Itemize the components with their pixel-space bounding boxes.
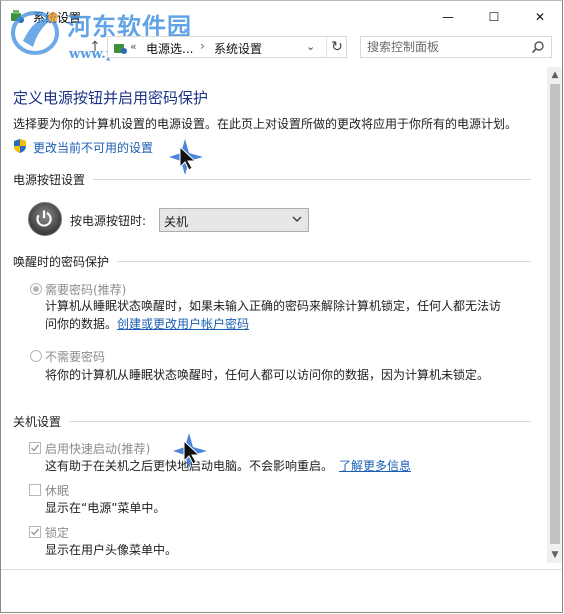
require-password-label: 需要密码(推荐) xyxy=(45,283,127,297)
require-password-radio[interactable] xyxy=(30,283,42,295)
control-panel-icon xyxy=(114,44,127,54)
lock-checkbox[interactable] xyxy=(29,526,41,538)
require-password-desc-line1: 计算机从睡眠状态唤醒时，如果未输入正确的密码来解除计算机锁定，任何人都无法访 xyxy=(45,299,502,313)
breadcrumb-power-options[interactable]: 电源选... xyxy=(146,40,193,57)
section-divider xyxy=(117,261,531,262)
power-button-section-title: 电源按钮设置 xyxy=(13,173,86,187)
fast-startup-description: 这有助于在关机之后更快地启动电脑。不会影响重启。了解更多信息 xyxy=(45,457,411,475)
refresh-button[interactable]: ↻ xyxy=(326,37,347,57)
section-divider xyxy=(93,179,531,180)
checkmark-icon xyxy=(31,528,40,536)
search-box[interactable] xyxy=(360,36,552,58)
require-password-description: 计算机从睡眠状态唤醒时，如果未输入正确的密码来解除计算机锁定，任何人都无法访 问… xyxy=(45,297,501,333)
require-password-desc-prefix: 问你的数据。 xyxy=(45,317,118,331)
search-input[interactable] xyxy=(367,39,527,55)
password-section-heading: 唤醒时的密码保护 xyxy=(13,253,531,270)
shutdown-section-heading: 关机设置 xyxy=(13,413,531,430)
address-dropdown-icon[interactable]: ⌄ xyxy=(306,40,315,53)
uac-shield-icon xyxy=(14,139,26,153)
breadcrumb-system-settings[interactable]: 系统设置 xyxy=(214,40,262,57)
hibernate-label: 休眠 xyxy=(45,484,70,498)
dialog-button-bar xyxy=(1,569,562,612)
breadcrumb-separator-icon: › xyxy=(200,39,205,53)
no-password-description: 将你的计算机从睡眠状态唤醒时，任何人都可以访问你的数据，因为计算机未锁定。 xyxy=(45,368,490,382)
vertical-scrollbar[interactable]: ▲ ▼ xyxy=(547,67,562,563)
up-arrow-button[interactable]: ↑ xyxy=(87,39,103,55)
mouse-cursor-icon xyxy=(169,139,203,175)
power-button-section-heading: 电源按钮设置 xyxy=(13,171,531,188)
learn-more-link[interactable]: 了解更多信息 xyxy=(339,459,411,473)
change-unavailable-settings-link[interactable]: 更改当前不可用的设置 xyxy=(33,139,153,156)
scroll-down-arrow-icon[interactable]: ▼ xyxy=(547,547,562,563)
scroll-thumb[interactable] xyxy=(550,84,560,544)
fast-startup-label: 启用快速启动(推荐) xyxy=(45,442,151,456)
close-button[interactable]: ✕ xyxy=(517,1,562,32)
password-section-title: 唤醒时的密码保护 xyxy=(13,255,110,269)
power-button-action-select[interactable]: 关机 xyxy=(159,208,309,232)
minimize-button[interactable]: — xyxy=(425,1,471,32)
system-settings-window: 系统设置 — ☐ ✕ 河东软件园 www.pc0359.cn ↑ « 电源选..… xyxy=(0,0,563,613)
lock-description: 显示在用户头像菜单中。 xyxy=(45,543,178,557)
search-icon[interactable] xyxy=(531,40,545,54)
shutdown-section-title: 关机设置 xyxy=(13,415,62,429)
lock-label: 锁定 xyxy=(45,526,70,540)
breadcrumb-overflow-icon[interactable]: « xyxy=(130,40,137,53)
page-title: 定义电源按钮并启用密码保护 xyxy=(13,89,209,107)
chevron-down-icon xyxy=(292,216,302,222)
hibernate-checkbox[interactable] xyxy=(29,484,41,496)
page-description: 选择要为你的计算机设置的电源设置。在此页上对设置所做的更改将应用于你所有的电源计… xyxy=(13,117,518,131)
power-button-action-label: 按电源按钮时: xyxy=(70,214,147,228)
navigation-row: ↑ « 电源选... › 系统设置 ⌄ ↻ xyxy=(1,33,562,63)
address-bar[interactable]: « 电源选... › 系统设置 ⌄ ↻ xyxy=(107,36,347,58)
checkmark-icon xyxy=(31,444,40,452)
settings-content: 定义电源按钮并启用密码保护 选择要为你的计算机设置的电源设置。在此页上对设置所做… xyxy=(1,67,545,567)
no-password-label: 不需要密码 xyxy=(45,350,106,364)
power-button-icon xyxy=(28,202,62,236)
scroll-up-arrow-icon[interactable]: ▲ xyxy=(547,67,562,83)
maximize-button[interactable]: ☐ xyxy=(471,1,517,32)
mouse-cursor-icon xyxy=(173,433,207,469)
hibernate-description: 显示在“电源”菜单中。 xyxy=(45,501,166,515)
section-divider xyxy=(69,421,531,422)
fast-startup-checkbox[interactable] xyxy=(29,442,41,454)
create-change-password-link[interactable]: 创建或更改用户帐户密码 xyxy=(117,317,249,331)
power-button-action-value: 关机 xyxy=(164,215,189,229)
no-password-radio[interactable] xyxy=(30,350,42,362)
require-password-desc-line2: 问你的数据。创建或更改用户帐户密码 xyxy=(45,315,501,333)
